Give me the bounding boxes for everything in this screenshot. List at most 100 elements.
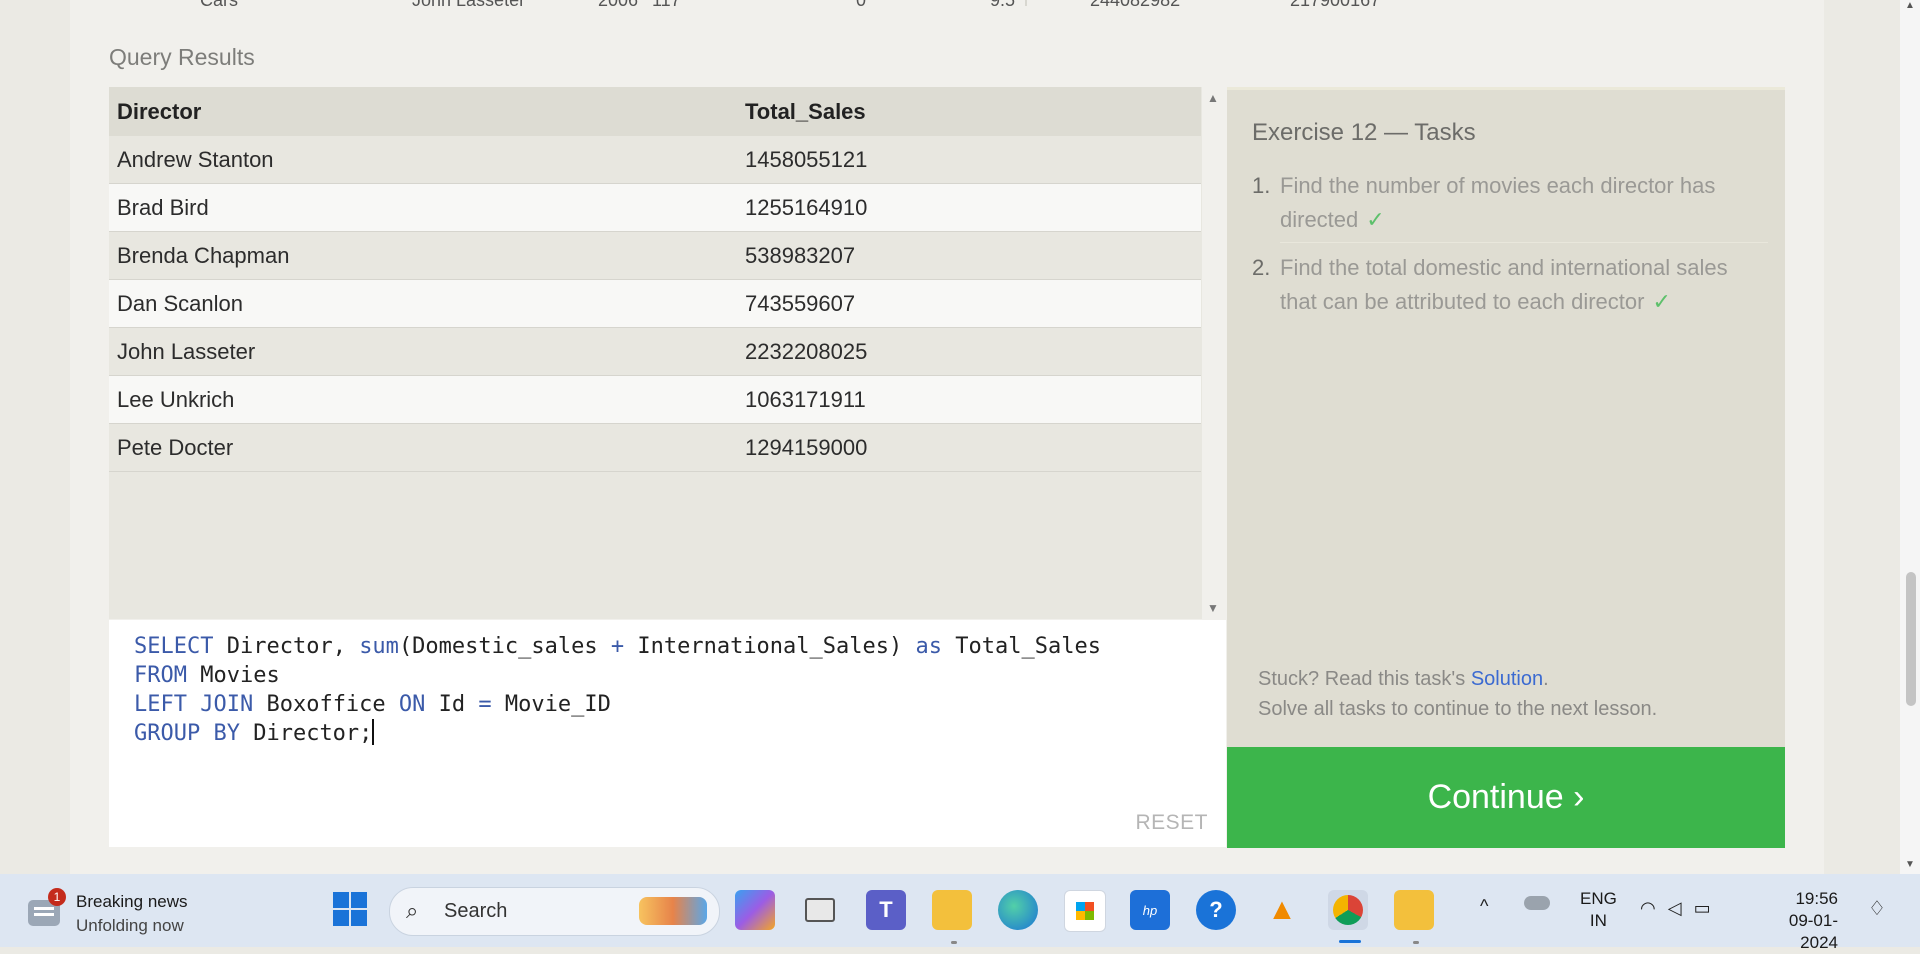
sql-text: Id [425, 692, 479, 717]
tasks-panel: Exercise 12 — Tasks 1. Find the number o… [1227, 87, 1785, 747]
volume-icon[interactable]: ◁ [1668, 898, 1694, 918]
table-row: Pete Docter 1294159000 [109, 423, 1201, 472]
cell-total-sales: 2232208025 [737, 327, 1201, 376]
reset-button[interactable]: RESET [1135, 811, 1208, 835]
task-number: 2. [1252, 255, 1271, 280]
clock-time: 19:56 [1795, 889, 1838, 908]
sql-keyword: LEFT JOIN [134, 692, 254, 717]
sql-text: Boxoffice [253, 692, 399, 717]
search-icon: ⌕ [406, 898, 419, 923]
taskbar-search[interactable]: ⌕ Search [389, 887, 720, 936]
language-indicator[interactable]: ENG IN [1580, 888, 1617, 932]
sql-text: Total_Sales [942, 634, 1101, 659]
task-divider [1280, 242, 1768, 243]
sql-keyword: GROUP BY [134, 721, 240, 746]
news-subtitle: Unfolding now [76, 916, 184, 935]
chrome-icon[interactable] [1328, 890, 1368, 930]
onedrive-cloud-icon[interactable] [1524, 896, 1550, 910]
query-results-table: Director Total_Sales Andrew Stanton 14580… [109, 87, 1201, 472]
active-app-indicator [1339, 940, 1361, 943]
windows-start-icon[interactable] [331, 890, 371, 930]
query-results-panel[interactable]: Director Total_Sales Andrew Stanton 14580… [109, 87, 1202, 619]
chevron-up-icon[interactable]: ^ [1480, 896, 1488, 917]
system-tray[interactable]: ◠◁▭ [1640, 898, 1723, 919]
news-title: Breaking news [76, 892, 188, 911]
stuck-prefix: Stuck? Read this task's [1258, 668, 1471, 690]
task-item: 2. Find the total domestic and internati… [1252, 251, 1768, 319]
sql-function: sum [359, 634, 399, 659]
vlc-icon[interactable]: ▲ [1262, 890, 1302, 930]
cut-cell: 0 [856, 0, 866, 6]
scroll-up-arrow-icon[interactable]: ▲ [1207, 91, 1219, 105]
sql-keyword: FROM [134, 663, 187, 688]
clock[interactable]: 19:56 09-01-2024 [1758, 888, 1838, 954]
table-row: Lee Unkrich 1063171911 [109, 375, 1201, 424]
column-header-total-sales[interactable]: Total_Sales [737, 87, 1201, 136]
store-icon[interactable] [1064, 890, 1106, 932]
edge-icon[interactable] [998, 890, 1038, 930]
column-header-director[interactable]: Director [109, 87, 737, 136]
task-item: 1. Find the number of movies each direct… [1252, 169, 1768, 237]
sql-text: Director; [239, 721, 373, 746]
cut-cell: 217900167 [1290, 0, 1380, 6]
notification-bell-icon[interactable]: ♢ [1868, 896, 1886, 921]
cell-director: Brad Bird [109, 183, 737, 232]
scroll-down-arrow-icon[interactable]: ▼ [1207, 601, 1219, 615]
sql-editor[interactable]: SELECT Director, sum(Domestic_sales + In… [109, 620, 1226, 847]
sql-keyword: ON [398, 692, 426, 717]
running-indicator [951, 941, 957, 944]
table-row: Dan Scanlon 743559607 [109, 279, 1201, 328]
sql-keyword: as [915, 634, 943, 659]
sql-text: (Domestic_sales [398, 634, 611, 659]
wifi-icon[interactable]: ◠ [1640, 898, 1668, 918]
page-scroll-thumb[interactable] [1906, 572, 1916, 706]
sql-text: Director, [213, 634, 360, 659]
sql-code[interactable]: SELECT Director, sum(Domestic_sales + In… [134, 632, 1101, 748]
cut-cell: 244082982 [1090, 0, 1180, 6]
cell-director: Lee Unkrich [109, 375, 737, 424]
page-scroll-up-icon[interactable]: ▲ [1905, 0, 1915, 11]
table-row: Andrew Stanton 1458055121 [109, 136, 1201, 184]
page-scroll-down-icon[interactable]: ▼ [1905, 859, 1915, 870]
text-cursor [372, 719, 375, 745]
cell-director: Dan Scanlon [109, 279, 737, 328]
running-indicator [1413, 941, 1419, 944]
onedrive-folder-icon[interactable] [1394, 890, 1434, 930]
previous-table-divider [1025, 0, 1027, 6]
solution-link[interactable]: Solution [1471, 668, 1543, 690]
continue-button[interactable]: Continue › [1227, 747, 1785, 848]
cell-director: John Lasseter [109, 327, 737, 376]
continue-hint: Solve all tasks to continue to the next … [1258, 698, 1658, 720]
cell-director: Andrew Stanton [109, 136, 737, 184]
stuck-suffix: . [1543, 668, 1549, 690]
help-icon[interactable]: ? [1196, 890, 1236, 930]
news-widget[interactable]: 1 Breaking news Unfolding now [26, 888, 256, 936]
task-text: Find the number of movies each director … [1280, 173, 1716, 232]
task-view-icon[interactable] [800, 890, 840, 930]
tasks-top-border [1227, 87, 1785, 90]
cut-cell: 2006 [598, 0, 638, 6]
task-number: 1. [1252, 173, 1271, 198]
page-scrollbar[interactable]: ▲ ▼ [1900, 0, 1920, 874]
results-scrollbar[interactable]: ▲ ▼ [1202, 87, 1224, 619]
previous-table-cut-row: Cars John Lasseter 2006 117 0 9.5 244082982 217… [180, 0, 1855, 6]
cut-cell: John Lasseter [412, 0, 525, 6]
clock-date: 09-01-2024 [1788, 911, 1838, 952]
copilot-icon[interactable] [735, 890, 775, 930]
table-header-row: Director Total_Sales [109, 87, 1201, 136]
checkmark-icon: ✓ [1652, 289, 1671, 314]
sql-operator: = [478, 692, 492, 717]
file-explorer-icon[interactable] [932, 890, 972, 930]
sql-keyword: SELECT [134, 634, 214, 659]
cell-total-sales: 538983207 [737, 231, 1201, 280]
task-list: 1. Find the number of movies each direct… [1252, 169, 1768, 319]
myhp-icon[interactable]: hp [1130, 890, 1170, 930]
cell-total-sales: 1458055121 [737, 136, 1201, 184]
teams-icon[interactable]: T [866, 890, 906, 930]
table-row: John Lasseter 2232208025 [109, 327, 1201, 376]
language-code: ENG [1580, 889, 1617, 908]
tasks-title: Exercise 12 — Tasks [1252, 119, 1476, 146]
cell-total-sales: 743559607 [737, 279, 1201, 328]
cell-director: Pete Docter [109, 423, 737, 472]
battery-icon[interactable]: ▭ [1694, 898, 1723, 918]
